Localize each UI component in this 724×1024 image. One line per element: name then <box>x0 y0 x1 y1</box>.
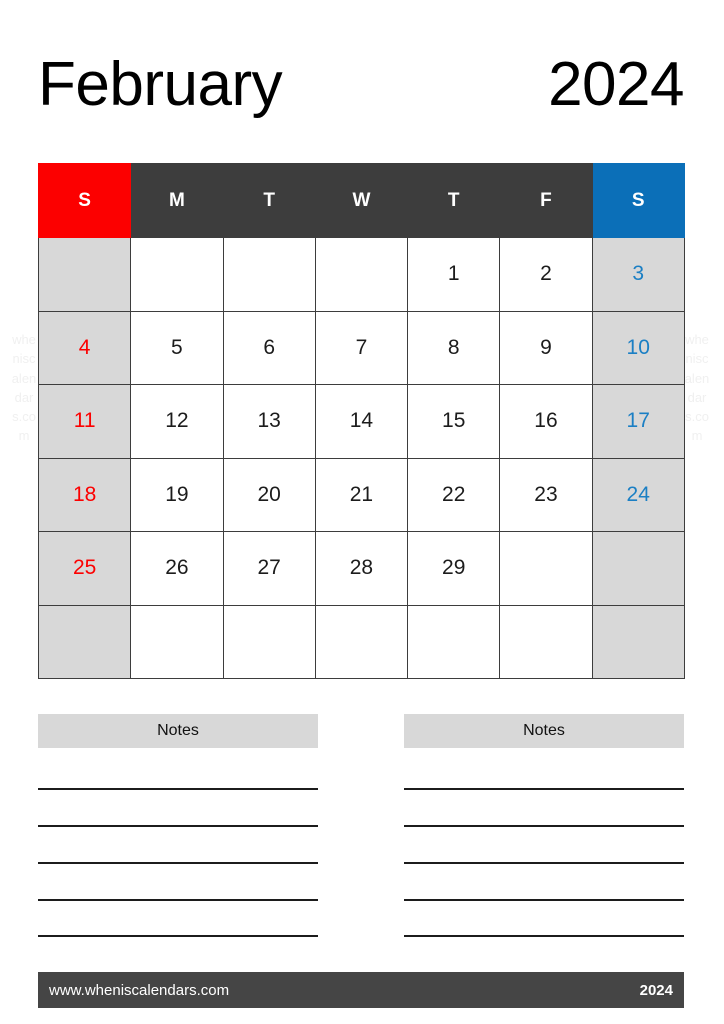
watermark-right: wheniscalendars.com <box>684 332 710 444</box>
day-cell[interactable] <box>499 604 593 679</box>
day-cell[interactable]: 14 <box>314 384 409 459</box>
day-cell[interactable]: 18 <box>37 457 132 532</box>
calendar-grid: SMTWTFS 1 2 3 4 5 6 7 8 9 10 11 12 13 14 15 16 17 18 19 20 2… <box>37 163 685 679</box>
notes-header: Notes <box>38 714 318 748</box>
day-cell[interactable] <box>591 604 685 679</box>
day-cell[interactable] <box>37 604 132 679</box>
day-cell[interactable]: 1 <box>407 237 501 312</box>
weekday-header-0: S <box>37 163 132 238</box>
footer-url[interactable]: www.wheniscalendars.com <box>49 982 229 999</box>
notes-lines <box>38 753 318 938</box>
calendar-week-row: 25 26 27 28 29 <box>37 531 685 606</box>
day-cell[interactable]: 21 <box>314 457 409 532</box>
day-cell[interactable]: 29 <box>407 531 501 606</box>
day-cell[interactable]: 6 <box>222 310 316 385</box>
calendar-week-row: 11 12 13 14 15 16 17 <box>37 384 685 459</box>
day-cell[interactable]: 7 <box>314 310 409 385</box>
day-cell[interactable] <box>222 604 316 679</box>
notes-line[interactable] <box>38 901 318 938</box>
day-cell[interactable]: 17 <box>591 384 685 459</box>
day-cell[interactable]: 26 <box>130 531 224 606</box>
notes-header: Notes <box>404 714 684 748</box>
notes-line[interactable] <box>38 827 318 864</box>
weekday-header-row: SMTWTFS <box>37 163 685 238</box>
day-cell[interactable]: 8 <box>407 310 501 385</box>
day-cell[interactable]: 13 <box>222 384 316 459</box>
notes-line[interactable] <box>38 864 318 901</box>
notes-column: Notes <box>38 714 318 959</box>
day-cell[interactable] <box>591 531 685 606</box>
notes-line[interactable] <box>38 753 318 790</box>
weekday-header-2: T <box>222 163 316 238</box>
day-cell[interactable] <box>222 237 316 312</box>
calendar-week-row: 4 5 6 7 8 9 10 <box>37 310 685 385</box>
watermark-left: wheniscalendars.com <box>11 332 37 444</box>
weekday-header-3: W <box>314 163 409 238</box>
day-cell[interactable]: 4 <box>37 310 132 385</box>
notes-line[interactable] <box>404 901 684 938</box>
footer-bar: www.wheniscalendars.com 2024 <box>38 972 684 1008</box>
day-cell[interactable]: 15 <box>407 384 501 459</box>
day-cell[interactable]: 19 <box>130 457 224 532</box>
day-cell[interactable] <box>407 604 501 679</box>
weekday-header-5: F <box>499 163 593 238</box>
day-cell[interactable]: 3 <box>591 237 685 312</box>
notes-area: Notes Notes <box>38 714 684 959</box>
day-cell[interactable]: 22 <box>407 457 501 532</box>
notes-lines <box>404 753 684 938</box>
day-cell[interactable]: 11 <box>37 384 132 459</box>
notes-line[interactable] <box>404 864 684 901</box>
day-cell[interactable]: 24 <box>591 457 685 532</box>
day-cell[interactable]: 10 <box>591 310 685 385</box>
weekday-header-4: T <box>407 163 501 238</box>
day-cell[interactable]: 12 <box>130 384 224 459</box>
calendar-week-row: 123 <box>37 237 685 312</box>
day-cell[interactable] <box>37 237 132 312</box>
day-cell[interactable] <box>130 237 224 312</box>
day-cell[interactable] <box>499 531 593 606</box>
weekday-header-6: S <box>591 163 685 238</box>
calendar-title: February 2024 <box>38 48 684 122</box>
day-cell[interactable]: 23 <box>499 457 593 532</box>
day-cell[interactable] <box>314 604 409 679</box>
calendar-week-row <box>37 604 685 679</box>
day-cell[interactable]: 9 <box>499 310 593 385</box>
notes-line[interactable] <box>404 753 684 790</box>
calendar-body: 1 2 3 4 5 6 7 8 9 10 11 12 13 14 15 16 17 18 19 20 21 22 23 24 2… <box>37 237 685 679</box>
day-cell[interactable]: 28 <box>314 531 409 606</box>
day-cell[interactable]: 25 <box>37 531 132 606</box>
year-title: 2024 <box>548 50 684 119</box>
day-cell[interactable] <box>130 604 224 679</box>
day-cell[interactable]: 16 <box>499 384 593 459</box>
calendar-page: wheniscalendars.com wheniscalendars.com … <box>0 0 724 1024</box>
day-cell[interactable]: 27 <box>222 531 316 606</box>
footer-year: 2024 <box>639 981 673 999</box>
notes-column: Notes <box>404 714 684 959</box>
calendar-week-row: 18 19 20 21 22 23 24 <box>37 457 685 532</box>
day-cell[interactable]: 5 <box>130 310 224 385</box>
notes-line[interactable] <box>38 790 318 827</box>
weekday-header-1: M <box>130 163 224 238</box>
notes-line[interactable] <box>404 827 684 864</box>
day-cell[interactable] <box>314 237 409 312</box>
day-cell[interactable]: 2 <box>499 237 593 312</box>
notes-line[interactable] <box>404 790 684 827</box>
month-title: February <box>38 50 283 119</box>
day-cell[interactable]: 20 <box>222 457 316 532</box>
